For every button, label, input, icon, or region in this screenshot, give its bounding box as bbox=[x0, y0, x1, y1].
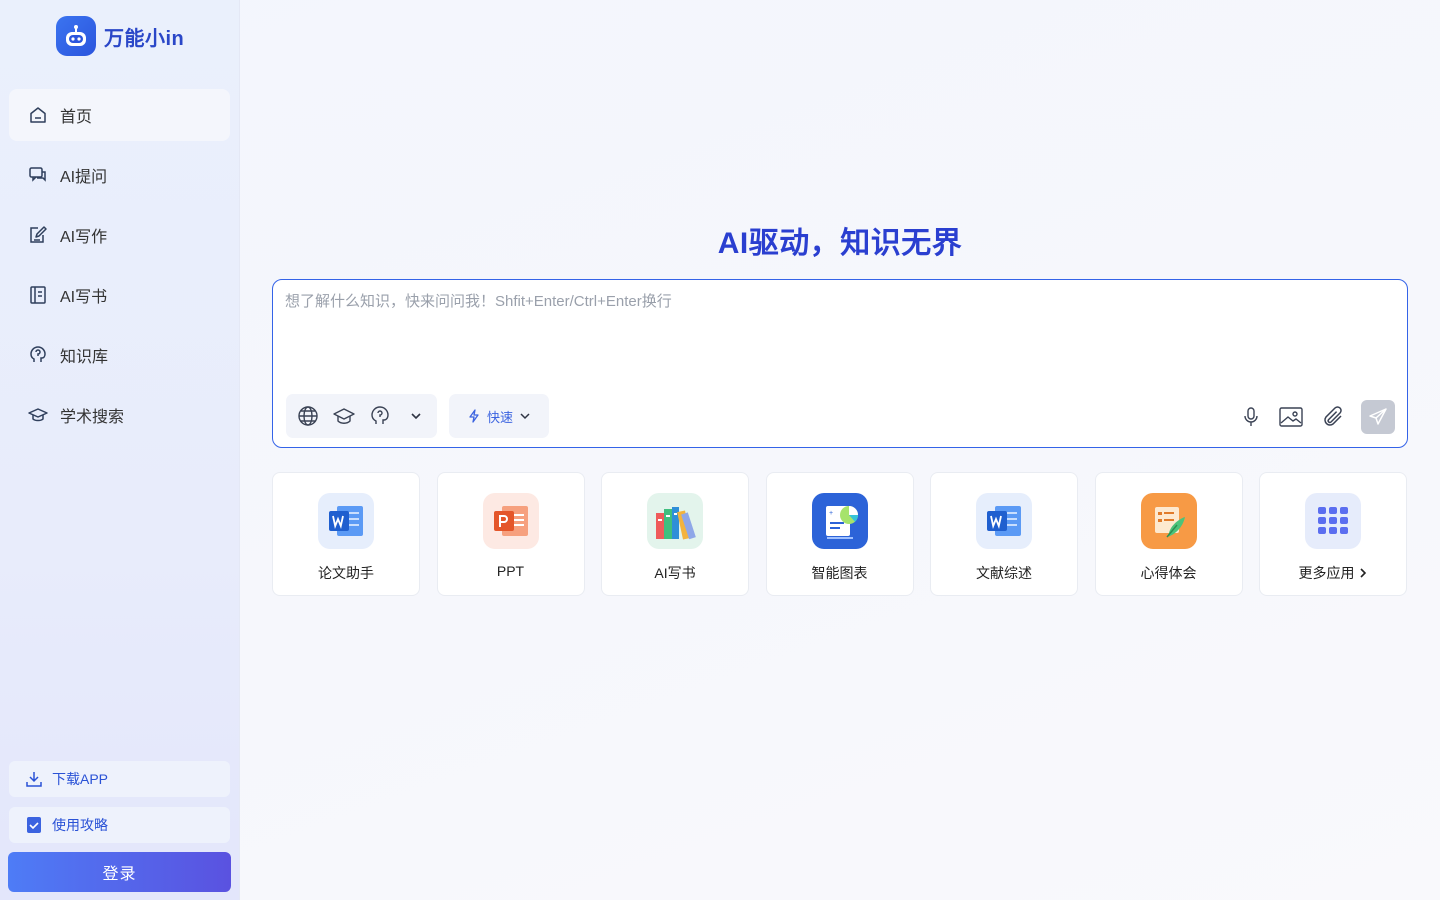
card-label: 心得体会 bbox=[1140, 565, 1197, 581]
chat-input-box: 快速 bbox=[272, 279, 1408, 448]
send-icon bbox=[1369, 408, 1387, 425]
more-apps-label: 更多应用 bbox=[1298, 565, 1355, 581]
app-name: 万能小in bbox=[104, 27, 185, 50]
globe-icon bbox=[298, 406, 318, 426]
page-headline: AI驱动，知识无界 bbox=[717, 227, 963, 260]
download-app-label: 下载APP bbox=[52, 771, 109, 787]
chart-report-icon: + bbox=[811, 493, 868, 549]
card-label: 论文助手 bbox=[318, 565, 374, 581]
book-icon bbox=[30, 286, 46, 304]
robot-logo-icon bbox=[56, 16, 96, 56]
sidebar-item-ai-ask[interactable]: AI提问 bbox=[9, 149, 230, 201]
card-thesis-assistant[interactable]: 论文助手 bbox=[272, 472, 420, 596]
academic-toggle[interactable] bbox=[332, 404, 356, 428]
card-ai-book[interactable]: AI写书 bbox=[601, 472, 749, 596]
usage-guide-button[interactable]: 使用攻略 bbox=[9, 807, 230, 843]
tool-toggle-group bbox=[286, 394, 437, 438]
image-icon bbox=[1279, 407, 1303, 427]
input-actions bbox=[1239, 400, 1395, 434]
chat-input[interactable] bbox=[285, 290, 1385, 380]
graduation-cap-icon bbox=[333, 408, 355, 424]
sidebar-item-label: 首页 bbox=[60, 109, 93, 126]
chevron-right-icon bbox=[1359, 568, 1366, 578]
card-smart-chart[interactable]: + 智能图表 bbox=[765, 472, 914, 596]
sidebar-item-label: AI提问 bbox=[60, 169, 108, 186]
chevron-down-icon bbox=[520, 413, 530, 420]
image-upload-button[interactable] bbox=[1277, 405, 1305, 429]
sidebar-item-academic-search[interactable]: 学术搜索 bbox=[9, 389, 230, 441]
word-doc-icon bbox=[976, 493, 1032, 549]
books-icon bbox=[647, 493, 703, 549]
download-icon bbox=[26, 772, 42, 787]
mode-label: 快速 bbox=[486, 409, 513, 425]
card-reflections[interactable]: 心得体会 bbox=[1094, 472, 1243, 596]
voice-input-button[interactable] bbox=[1239, 405, 1263, 429]
sidebar-item-label: 学术搜索 bbox=[60, 409, 125, 426]
sidebar-nav: 首页 AI提问 AI写作 AI写书 知识库 学术搜索 bbox=[9, 89, 230, 449]
tools-expand-toggle[interactable] bbox=[404, 404, 428, 428]
word-doc-icon bbox=[318, 493, 374, 549]
sidebar-item-label: AI写作 bbox=[60, 229, 108, 246]
card-literature-review[interactable]: 文献综述 bbox=[930, 472, 1078, 596]
guide-doc-icon bbox=[27, 817, 41, 833]
card-label: 文献综述 bbox=[976, 565, 1032, 581]
app-grid-icon bbox=[1305, 493, 1361, 549]
send-button[interactable] bbox=[1361, 400, 1395, 434]
home-icon bbox=[30, 107, 46, 123]
logo[interactable]: 万能小in bbox=[56, 16, 184, 56]
brain-icon bbox=[30, 346, 46, 362]
card-label: 智能图表 bbox=[811, 565, 868, 581]
microphone-icon bbox=[1244, 407, 1258, 426]
sidebar-item-home[interactable]: 首页 bbox=[9, 89, 230, 141]
chevron-down-icon bbox=[411, 413, 421, 420]
sidebar-item-ai-write[interactable]: AI写作 bbox=[9, 209, 230, 261]
card-ppt[interactable]: PPT bbox=[436, 472, 585, 596]
lightning-icon bbox=[469, 409, 479, 423]
paperclip-icon bbox=[1324, 406, 1342, 426]
powerpoint-icon bbox=[482, 493, 539, 549]
usage-guide-label: 使用攻略 bbox=[52, 817, 108, 833]
knowledge-toggle[interactable] bbox=[368, 404, 392, 428]
sidebar-item-label: AI写书 bbox=[60, 289, 108, 306]
card-more-apps[interactable]: 更多应用 bbox=[1259, 472, 1407, 596]
sidebar-item-knowledge-base[interactable]: 知识库 bbox=[9, 329, 230, 381]
mode-select[interactable]: 快速 bbox=[449, 394, 549, 438]
card-label: PPT bbox=[496, 563, 525, 579]
web-search-toggle[interactable] bbox=[296, 404, 320, 428]
attach-file-button[interactable] bbox=[1319, 405, 1347, 429]
brain-icon bbox=[371, 406, 389, 424]
chat-icon bbox=[29, 167, 46, 182]
download-app-button[interactable]: 下载APP bbox=[9, 761, 230, 797]
card-label: AI写书 bbox=[654, 565, 696, 581]
sidebar-item-label: 知识库 bbox=[60, 349, 109, 366]
sidebar: 万能小in 首页 AI提问 AI写作 AI写书 知识库 学术搜索 下载APP 使… bbox=[0, 0, 240, 900]
svg-text:+: + bbox=[829, 510, 833, 517]
app-cards: 论文助手 PPT AI写书 + 智能图表 文献综述 心得体会 更多应用 bbox=[272, 472, 1407, 596]
notes-feather-icon bbox=[1140, 493, 1197, 549]
login-button[interactable]: 登录 bbox=[8, 852, 231, 892]
card-label: 更多应用 bbox=[1299, 563, 1368, 583]
graduation-cap-icon bbox=[28, 408, 48, 422]
edit-icon bbox=[30, 226, 47, 243]
sidebar-item-ai-book[interactable]: AI写书 bbox=[9, 269, 230, 321]
